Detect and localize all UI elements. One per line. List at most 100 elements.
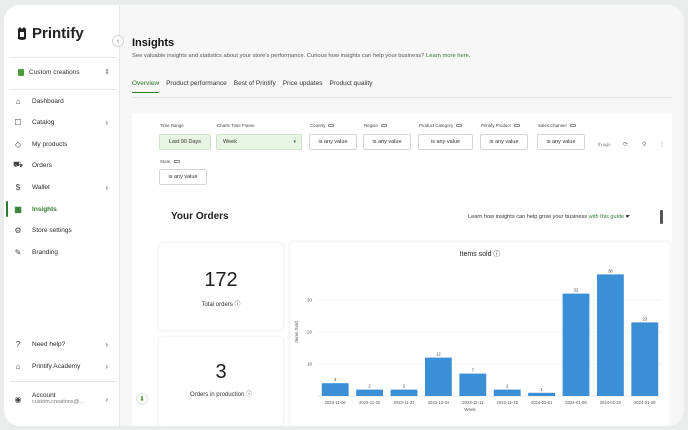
sidebar-item-dashboard[interactable]: ⌂ Dashboard [12,93,116,109]
x-tick-label: 2023-11-20 [359,400,381,405]
filter-label-product-category: Product Category [419,123,463,128]
filter-label-time-range: Time Range [160,123,184,128]
x-tick-label: 2023-12-04 [428,400,450,405]
items-sold-chart: 10 20 30 Items Sold 4 2023-11-06 2 2023-11-20 2 2… [294,268,662,412]
account-icon: ◉ [14,394,22,404]
time-range-select[interactable]: Last 90 Days [159,134,211,150]
y-tick-label: 20 [307,330,313,335]
account-email: custom.creations@... [32,399,84,405]
y-tick-label: 30 [307,298,313,303]
x-tick-label: 2023-11-27 [393,400,415,405]
tab-overview[interactable]: Overview [132,80,160,93]
tabs-divider [132,97,672,98]
sidebar-item-account[interactable]: ◉ Account custom.creations@... › [12,388,116,410]
data-label: 23 [642,316,647,321]
bar [528,392,556,396]
bar [321,383,349,396]
sidebar-item-label: Catalog [32,118,55,126]
page-subtitle: See valuable insights and statistics abo… [132,53,471,59]
refresh-icon[interactable]: ⟳ [623,141,628,148]
sidebar-item-insights[interactable]: ▦ Insights [12,201,116,217]
y-tick-label: 10 [307,362,313,367]
x-tick-label: 2024-01-29 [634,400,656,405]
charts-time-frame-select[interactable]: Week ▾ [216,134,302,150]
sidebar-item-catalog[interactable]: ☐ Catalog › [12,114,116,130]
info-icon[interactable]: ⓘ [235,302,241,308]
chevron-right-icon: › [105,394,108,404]
bar [459,373,487,396]
filter-label-charts-time-frame: Charts Time Frame [217,123,255,128]
bar [596,274,624,396]
printify-logo[interactable]: Printify [16,25,84,42]
filter-label-sales-channel: Sales Channel [538,123,576,128]
filter-label-country: Country [310,123,335,128]
x-tick-label: 2024-01-08 [565,400,587,405]
region-filter[interactable]: is any value [363,134,411,150]
account-block: Account custom.creations@... [32,392,84,406]
help-icon: ? [15,339,21,349]
store-icon [18,68,24,76]
sidebar-item-store-settings[interactable]: ⚙ Store settings [12,222,116,238]
filter-icon[interactable]: ⚲ [642,141,646,148]
data-label: 1 [540,387,543,392]
sidebar-item-printify-academy[interactable]: ⌂ Printify Academy › [12,358,116,374]
data-label: 7 [472,368,475,373]
info-icon[interactable]: ⓘ [246,392,252,398]
sidebar-item-wallet[interactable]: $ Wallet › [12,179,116,195]
filter-toggle-icon [173,160,180,163]
sales-channel-filter[interactable]: is any value [537,134,585,150]
x-tick-label: 2024-01-22 [600,400,622,405]
chevron-right-icon: › [105,182,108,192]
tab-price-updates[interactable]: Price updates [283,80,323,93]
sidebar-item-my-products[interactable]: ◇ My products [12,136,116,152]
data-label: 12 [436,352,441,357]
chevron-right-icon: › [105,339,108,349]
bar [493,389,521,396]
collapse-sidebar-button[interactable]: ‹ [112,35,124,47]
brand-name: Printify [32,25,84,42]
items-sold-chart-card: Items sold ⓘ 10 20 30 Items Sold 4 2023-11-06… [290,242,670,426]
data-label: 4 [334,377,337,382]
more-icon[interactable]: ⋮ [659,141,665,148]
orders-in-production-card: 3 Orders in production ⓘ [159,337,283,426]
tag-icon: ◇ [14,139,22,149]
chevron-down-icon: ▾ [293,139,296,145]
page-title: Insights [132,37,175,49]
sidebar-item-branding[interactable]: ✎ Branding [12,244,116,260]
tab-bar: Overview Product performance Best of Pri… [132,80,372,93]
scrollbar[interactable] [660,210,663,224]
subtitle-text: See valuable insights and statistics abo… [132,53,425,59]
product-category-filter[interactable]: is any value [418,134,473,150]
data-label: 32 [574,288,579,293]
printify-assistant-button[interactable]: ⬇ [136,393,148,405]
sidebar-item-need-help[interactable]: ? Need help? › [12,336,116,352]
filter-toggle-icon [380,124,387,127]
sidebar-item-label: Store settings [32,226,72,234]
branding-icon: ✎ [14,247,22,257]
printify-product-filter[interactable]: is any value [480,134,528,150]
store-filter[interactable]: is any value [159,169,207,185]
store-name: Custom creations [29,68,80,76]
divider [10,89,116,90]
sidebar-item-orders[interactable]: ⛟ Orders [12,157,116,173]
pointer-icon: ☛ [625,214,631,220]
timezone-text: th ago [598,142,611,147]
chevron-right-icon: › [105,361,108,371]
sidebar-item-label: Printify Academy [32,362,81,370]
catalog-icon: ☐ [14,117,22,127]
kpi-label: Total orders ⓘ [201,302,241,308]
store-switcher[interactable]: Custom creations ⇕ [12,63,116,81]
x-tick-label: 2023-12-25 [496,400,518,405]
filter-toggle-icon [569,124,576,127]
tab-product-quality[interactable]: Product quality [329,80,372,93]
country-filter[interactable]: is any value [309,134,357,150]
kpi-value: 172 [204,269,238,291]
guide-link[interactable]: with this guide [589,214,624,220]
tab-product-performance[interactable]: Product performance [166,80,227,93]
insights-icon: ▦ [14,204,22,214]
tab-best-of-printify[interactable]: Best of Printify [234,80,276,93]
filter-toggle-icon [328,124,335,127]
home-icon: ⌂ [15,96,21,106]
sidebar-item-label: Orders [32,161,52,169]
learn-more-link[interactable]: Learn more here. [426,53,470,59]
